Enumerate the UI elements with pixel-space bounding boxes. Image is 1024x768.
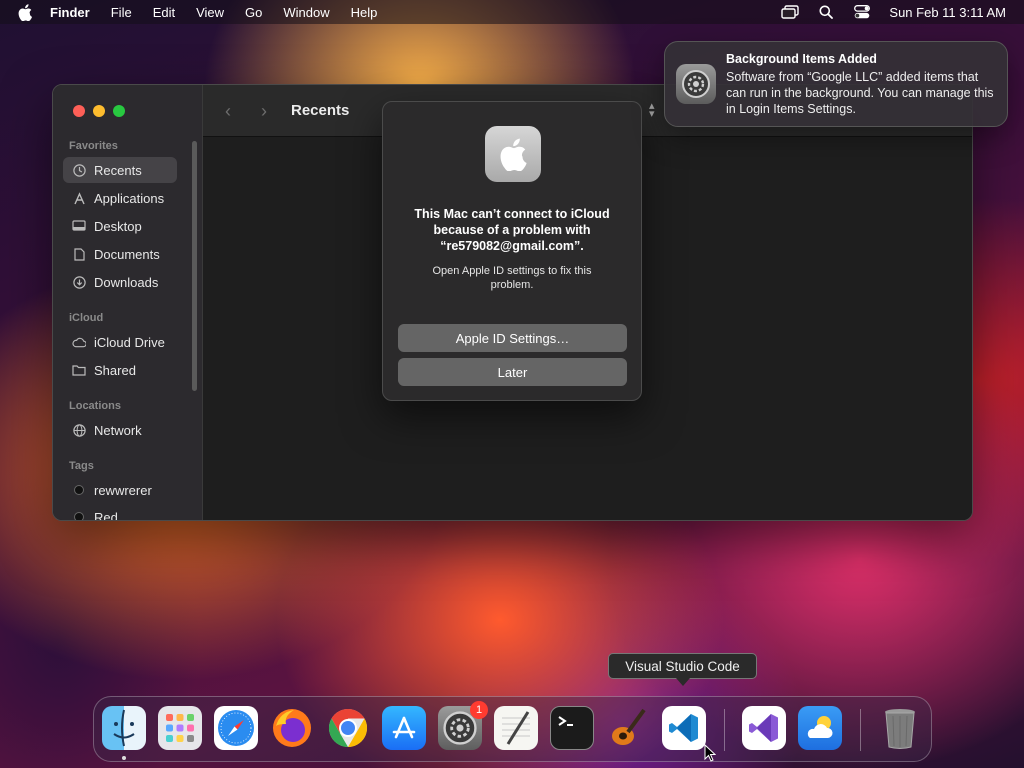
apple-id-settings-button[interactable]: Apple ID Settings…	[398, 324, 627, 352]
dialog-headline: This Mac can’t connect to iCloud because…	[414, 207, 610, 253]
finder-sidebar: Favorites Recents Applications Desktop D…	[53, 85, 203, 520]
sidebar-item-tag-rewwrerer[interactable]: rewwrerer	[63, 477, 177, 503]
sidebar-section-locations: Locations	[69, 400, 121, 412]
tag-dot-icon	[74, 485, 84, 495]
apple-logo-icon	[485, 126, 541, 182]
shared-folder-icon	[72, 363, 86, 377]
sidebar-section-icloud: iCloud	[69, 312, 104, 324]
dialog-message: Open Apple ID settings to fix this probl…	[432, 265, 592, 291]
menu-edit[interactable]: Edit	[153, 5, 175, 20]
finder-icon[interactable]	[102, 706, 146, 750]
menubar-clock[interactable]: Sun Feb 11 3:11 AM	[889, 5, 1006, 20]
vscode-icon[interactable]	[662, 706, 706, 750]
dock-separator	[724, 709, 725, 751]
back-chevron-icon[interactable]: ‹	[225, 101, 231, 122]
sidebar-section-tags: Tags	[69, 460, 94, 472]
dock-tooltip-arrow	[676, 678, 690, 686]
sidebar-item-label: iCloud Drive	[94, 334, 165, 350]
textedit-icon[interactable]	[494, 706, 538, 750]
menu-app-name[interactable]: Finder	[50, 5, 90, 20]
cloud-icon	[72, 335, 86, 349]
sidebar-item-label: Shared	[94, 362, 136, 378]
garageband-icon[interactable]	[606, 706, 650, 750]
chrome-icon[interactable]	[326, 706, 370, 750]
sidebar-item-label: Recents	[94, 162, 142, 178]
notification-body: Software from “Google LLC” added items t…	[726, 70, 994, 116]
network-icon	[72, 423, 86, 437]
tag-dot-icon	[74, 512, 84, 520]
menu-window[interactable]: Window	[283, 5, 329, 20]
menu-file[interactable]: File	[111, 5, 132, 20]
sidebar-item-label: Applications	[94, 190, 165, 206]
sidebar-item-tag-red[interactable]: Red	[63, 504, 177, 521]
apple-menu-icon[interactable]	[18, 3, 36, 21]
sidebar-item-label: Red	[94, 509, 118, 521]
sidebar-item-label: rewwrerer	[94, 482, 152, 498]
system-settings-gear-icon	[676, 64, 716, 104]
desktop-icon	[72, 219, 86, 233]
menu-bar: Finder File Edit View Go Window Help Sun…	[0, 0, 1024, 24]
sidebar-scrollbar[interactable]	[192, 141, 197, 391]
firefox-icon[interactable]	[270, 706, 314, 750]
notification-title: Background Items Added	[726, 52, 877, 66]
sidebar-item-network[interactable]: Network	[63, 417, 177, 443]
sidebar-item-icloud-drive[interactable]: iCloud Drive	[63, 329, 177, 355]
dock-separator	[860, 709, 861, 751]
applications-icon	[72, 191, 86, 205]
sidebar-item-shared[interactable]: Shared	[63, 357, 177, 383]
sidebar-item-applications[interactable]: Applications	[63, 185, 177, 211]
sidebar-item-label: Desktop	[94, 218, 142, 234]
screen-mirroring-icon[interactable]	[781, 4, 800, 20]
sidebar-section-favorites: Favorites	[69, 140, 118, 152]
sidebar-item-label: Documents	[94, 246, 160, 262]
zoom-window-button[interactable]	[113, 105, 125, 117]
running-indicator	[122, 756, 126, 760]
launchpad-icon[interactable]	[158, 706, 202, 750]
weather-icon[interactable]	[798, 706, 842, 750]
safari-icon[interactable]	[214, 706, 258, 750]
spotlight-search-icon[interactable]	[817, 4, 835, 20]
trash-icon[interactable]	[878, 706, 922, 750]
forward-chevron-icon[interactable]: ›	[261, 101, 267, 122]
window-title: Recents	[291, 102, 350, 119]
background-items-notification[interactable]: Background Items Added Software from “Go…	[664, 41, 1008, 127]
sidebar-item-recents[interactable]: Recents	[63, 157, 177, 183]
app-store-icon[interactable]	[382, 706, 426, 750]
sidebar-item-documents[interactable]: Documents	[63, 241, 177, 267]
dock: 1	[93, 696, 932, 762]
sidebar-item-label: Downloads	[94, 274, 159, 290]
window-controls	[73, 105, 125, 117]
menu-go[interactable]: Go	[245, 5, 262, 20]
dock-tooltip: Visual Studio Code	[608, 653, 757, 679]
sidebar-item-label: Network	[94, 422, 142, 438]
minimize-window-button[interactable]	[93, 105, 105, 117]
visual-studio-icon[interactable]	[742, 706, 786, 750]
document-icon	[72, 247, 86, 261]
view-options-chevron-icon[interactable]: ▴ ▾	[649, 101, 655, 120]
sidebar-item-desktop[interactable]: Desktop	[63, 213, 177, 239]
mouse-pointer-icon	[704, 743, 717, 767]
download-icon	[72, 275, 86, 289]
terminal-icon[interactable]	[550, 706, 594, 750]
menu-help[interactable]: Help	[351, 5, 378, 20]
close-window-button[interactable]	[73, 105, 85, 117]
menu-view[interactable]: View	[196, 5, 224, 20]
notification-badge: 1	[470, 701, 488, 719]
control-center-icon[interactable]	[853, 4, 871, 20]
later-button[interactable]: Later	[398, 358, 627, 386]
clock-icon	[72, 163, 86, 177]
sidebar-item-downloads[interactable]: Downloads	[63, 269, 177, 295]
icloud-alert-dialog: This Mac can’t connect to iCloud because…	[382, 101, 642, 401]
